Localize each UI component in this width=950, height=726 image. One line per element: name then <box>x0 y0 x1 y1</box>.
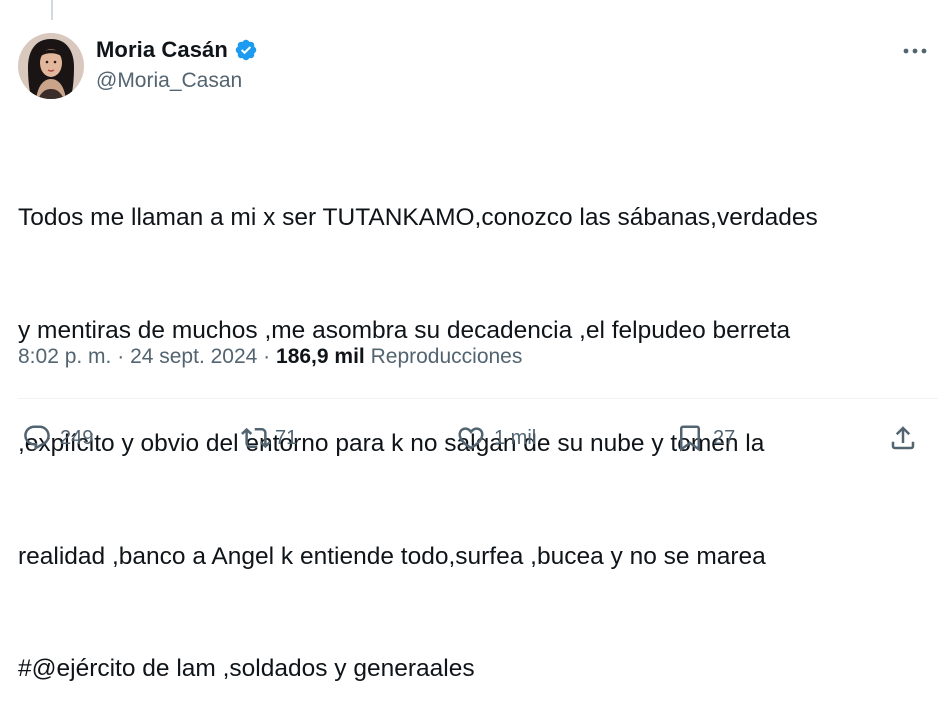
views-label[interactable]: Reproducciones <box>371 345 523 369</box>
meta-separator: · <box>111 345 131 368</box>
repost-button[interactable]: 71 <box>241 418 297 458</box>
divider <box>18 398 938 399</box>
reply-button[interactable]: 249 <box>22 418 93 458</box>
tweet-text-line: realidad ,banco a Angel k entiende todo,… <box>18 542 766 570</box>
more-horizontal-icon <box>903 48 927 54</box>
tweet-time[interactable]: 8:02 p. m. <box>18 345 111 369</box>
tweet-date[interactable]: 24 sept. 2024 <box>130 345 257 369</box>
reply-count: 249 <box>60 426 94 449</box>
like-count: 1 mil <box>494 426 537 449</box>
repost-count: 71 <box>275 426 298 449</box>
author-handle[interactable]: @Moria_Casan <box>96 69 258 93</box>
more-options-button[interactable] <box>900 41 930 61</box>
author-display-name[interactable]: Moria Casán <box>96 37 228 63</box>
tweet-header: Moria Casán @Moria_Casan <box>18 33 938 99</box>
verified-badge-icon[interactable] <box>234 38 258 62</box>
tweet-actions-bar: 249 71 1 mil 27 <box>18 418 923 458</box>
bookmark-button[interactable]: 27 <box>675 418 735 458</box>
avatar-image <box>18 33 84 99</box>
author-info: Moria Casán @Moria_Casan <box>96 35 258 93</box>
tweet-meta: 8:02 p. m. · 24 sept. 2024 · 186,9 mil R… <box>18 343 522 371</box>
bookmark-icon <box>680 425 700 452</box>
views-count[interactable]: 186,9 mil <box>276 345 365 369</box>
repost-icon <box>241 427 271 449</box>
avatar[interactable] <box>18 33 84 99</box>
bookmark-count: 27 <box>713 426 736 449</box>
reply-icon <box>24 425 50 451</box>
heart-icon <box>458 427 484 450</box>
tweet-text-line: #@ejército de lam ,soldados y generaales <box>18 655 475 683</box>
share-button[interactable] <box>888 418 918 458</box>
thread-connector-line <box>51 0 53 20</box>
meta-separator: · <box>257 345 277 368</box>
share-icon <box>891 426 915 450</box>
tweet-text-line: Todos me llaman a mi x ser TUTANKAMO,con… <box>18 204 818 232</box>
like-button[interactable]: 1 mil <box>456 418 536 458</box>
